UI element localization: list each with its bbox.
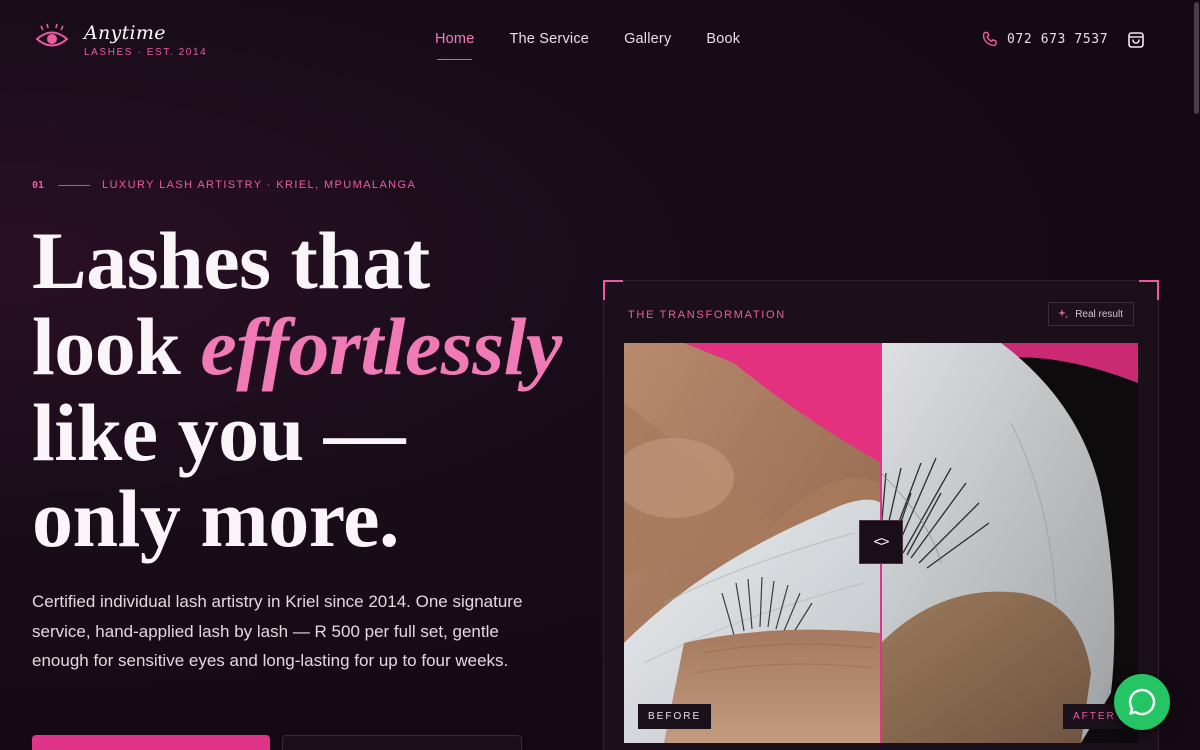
scrollbar-thumb[interactable] bbox=[1194, 2, 1199, 114]
headline-accent-word: effortlessly bbox=[200, 301, 562, 392]
phone-link[interactable]: 072 673 7537 bbox=[982, 31, 1108, 47]
phone-icon bbox=[982, 31, 997, 47]
eye-icon bbox=[35, 23, 69, 47]
eyebrow-divider bbox=[58, 184, 91, 186]
eyebrow-text: LUXURY LASH ARTISTRY · KRIEL, MPUMALANGA bbox=[102, 179, 417, 191]
headline-line-3: like you — bbox=[32, 387, 406, 478]
slider-arrows-icon: <> bbox=[873, 534, 890, 550]
whatsapp-button[interactable] bbox=[1114, 674, 1170, 730]
nav-gallery[interactable]: Gallery bbox=[624, 31, 671, 47]
shopping-bag-icon[interactable] bbox=[1126, 30, 1146, 50]
brand-name: Anytime bbox=[84, 22, 166, 44]
headline-line-1: Lashes that bbox=[32, 215, 430, 306]
nav-book[interactable]: Book bbox=[706, 31, 740, 47]
before-photo-illustration bbox=[624, 343, 881, 743]
headline-line-4: only more. bbox=[32, 473, 400, 564]
logo[interactable]: Anytime LASHES · EST. 2014 bbox=[34, 22, 207, 58]
after-photo-illustration bbox=[881, 343, 1138, 743]
brand-tagline: LASHES · EST. 2014 bbox=[84, 47, 208, 58]
nav-the-service[interactable]: The Service bbox=[509, 31, 589, 47]
slider-handle[interactable]: <> bbox=[859, 520, 903, 564]
corner-accent-top-right bbox=[1139, 280, 1159, 300]
real-result-badge: Real result bbox=[1048, 302, 1134, 326]
main-nav: Home The Service Gallery Book bbox=[435, 31, 775, 60]
whatsapp-icon bbox=[1128, 688, 1156, 716]
secondary-cta-button[interactable] bbox=[282, 735, 522, 750]
before-label: BEFORE bbox=[638, 704, 712, 729]
primary-cta-button[interactable] bbox=[32, 735, 270, 750]
after-photo bbox=[881, 343, 1138, 743]
page-scrollbar[interactable] bbox=[1192, 0, 1200, 750]
hero-description: Certified individual lash artistry in Kr… bbox=[32, 592, 523, 670]
headline-line-2-start: look bbox=[32, 301, 201, 392]
site-header: Anytime LASHES · EST. 2014 Home The Serv… bbox=[0, 0, 1200, 80]
transformation-card: THE TRANSFORMATION Real result <> BEFORE… bbox=[603, 280, 1159, 750]
hero-eyebrow: 01 LUXURY LASH ARTISTRY · KRIEL, MPUMALA… bbox=[32, 179, 416, 191]
badge-text: Real result bbox=[1075, 308, 1123, 320]
hero-headline: Lashes that look effortlessly like you —… bbox=[32, 218, 592, 562]
sparkle-icon bbox=[1058, 309, 1069, 319]
section-number: 01 bbox=[32, 179, 45, 191]
nav-home[interactable]: Home bbox=[435, 31, 474, 60]
headline-line-2: look effortlessly bbox=[32, 304, 592, 390]
before-after-slider[interactable]: <> BEFORE AFTER bbox=[624, 343, 1138, 743]
phone-number: 072 673 7537 bbox=[1007, 31, 1109, 47]
transformation-label: THE TRANSFORMATION bbox=[628, 309, 786, 321]
corner-accent-top-left bbox=[603, 280, 623, 300]
before-photo bbox=[624, 343, 881, 743]
